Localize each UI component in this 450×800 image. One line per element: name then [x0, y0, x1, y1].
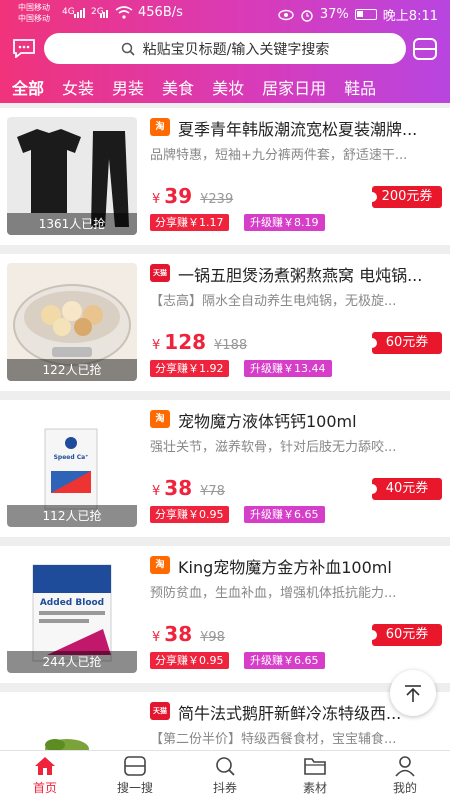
product-description: 【第二份半价】特级西餐食材，宝宝辅食... [150, 732, 397, 747]
status-bar: 中国移动 中国移动 4G 2G 456B/s 37% 晚上8:11 [0, 0, 450, 28]
category-tab-shoes[interactable]: 鞋品 [344, 75, 376, 99]
original-price: ¥98 [200, 630, 225, 645]
category-tab-women[interactable]: 女装 [62, 75, 94, 99]
upgrade-earn-tag[interactable]: 升级赚￥8.19 [244, 214, 325, 231]
grabbed-count: 244人已抢 [7, 651, 137, 673]
grabbed-count: 1361人已抢 [7, 213, 137, 235]
message-icon[interactable] [12, 38, 36, 58]
carrier-1: 中国移动 [18, 3, 50, 12]
back-to-top-button[interactable] [390, 670, 436, 716]
folder-icon [304, 758, 326, 775]
original-price: ¥188 [214, 338, 248, 353]
share-earn-tag[interactable]: 分享赚￥1.92 [150, 360, 229, 377]
signal-icon [74, 8, 85, 18]
alarm-icon [301, 9, 313, 22]
share-earn-tag[interactable]: 分享赚￥0.95 [150, 506, 229, 523]
current-price: 39 [164, 184, 193, 208]
network-type-1: 4G [62, 7, 75, 17]
product-title: 宠物魔方液体钙钙100ml [178, 412, 357, 431]
category-tabs: 全部 女装 男装 美食 美妆 居家日用 鞋品 [0, 74, 450, 100]
product-description: 预防贫血，生血补血，增强机体抵抗能力... [150, 586, 397, 601]
upgrade-earn-tag[interactable]: 升级赚￥13.44 [244, 360, 332, 377]
tab-search[interactable]: 搜一搜 [90, 751, 180, 800]
scan-icon[interactable] [412, 36, 438, 62]
current-price: 128 [164, 330, 207, 354]
upgrade-earn-tag[interactable]: 升级赚￥6.65 [244, 506, 325, 523]
search-placeholder: 粘贴宝贝标题/输入关键字搜索 [142, 41, 330, 58]
product-card[interactable]: 1361人已抢 淘 夏季青年韩版潮流宽松夏装潮牌... 品牌特惠，短袖+九分裤两… [0, 108, 450, 245]
network-speed: 456B/s [138, 5, 183, 20]
upgrade-earn-tag[interactable]: 升级赚￥6.65 [244, 652, 325, 669]
carrier-2: 中国移动 [18, 14, 50, 23]
product-price: ¥ 38 ¥98 [152, 622, 225, 646]
coupon-button[interactable]: 40元券 [367, 478, 442, 500]
search-row: 粘贴宝贝标题/输入关键字搜索 [0, 32, 450, 66]
tmall-badge: 天猫 [150, 264, 170, 282]
tab-label: 抖券 [212, 781, 237, 795]
user-icon [395, 756, 415, 777]
product-image: Added Blood 244人已抢 [7, 555, 137, 673]
grabbed-count: 112人已抢 [7, 505, 137, 527]
category-tab-all[interactable]: 全部 [12, 75, 44, 99]
coupon-button[interactable]: 200元券 [367, 186, 442, 208]
tab-label: 素材 [302, 781, 327, 795]
product-image: Speed Ca⁺ 112人已抢 [7, 409, 137, 527]
carrier-info: 中国移动 中国移动 [18, 2, 50, 24]
coupon-button[interactable]: 60元券 [367, 332, 442, 354]
tab-label: 首页 [32, 781, 57, 795]
share-earn-tag[interactable]: 分享赚￥1.17 [150, 214, 229, 231]
douyin-coupon-icon [216, 757, 235, 776]
original-price: ¥78 [200, 484, 225, 499]
product-price: ¥ 128 ¥188 [152, 330, 248, 354]
signal-icon-2 [100, 10, 108, 18]
blood-box-label: Added Blood [40, 598, 104, 608]
product-title: King宠物魔方金方补血100ml [178, 558, 392, 577]
grabbed-count: 122人已抢 [7, 359, 137, 381]
tmall-badge: 天猫 [150, 702, 170, 720]
battery-percent: 37% [319, 7, 349, 22]
product-price: ¥ 38 ¥78 [152, 476, 225, 500]
product-card[interactable]: Speed Ca⁺ 112人已抢 淘 宠物魔方液体钙钙100ml 强壮关节，滋养… [0, 400, 450, 537]
category-tab-food[interactable]: 美食 [162, 75, 194, 99]
category-tab-beauty[interactable]: 美妆 [212, 75, 244, 99]
tab-home[interactable]: 首页 [0, 751, 90, 800]
current-price: 38 [164, 476, 193, 500]
product-image: 122人已抢 [7, 263, 137, 381]
tab-coupons[interactable]: 抖券 [180, 751, 270, 800]
taobao-badge: 淘 [150, 118, 170, 136]
search-input[interactable]: 粘贴宝贝标题/输入关键字搜索 [44, 33, 406, 64]
arrow-up-icon [405, 685, 421, 702]
product-card[interactable]: Added Blood 244人已抢 淘 King宠物魔方金方补血100ml 预… [0, 546, 450, 683]
home-icon [35, 757, 55, 775]
scan-search-icon [124, 756, 146, 776]
tab-label: 搜一搜 [116, 781, 153, 795]
product-description: 强壮关节，滋养软骨，针对后肢无力舔咬... [150, 440, 397, 455]
coupon-button[interactable]: 60元券 [367, 624, 442, 646]
product-description: 【志高】隔水全自动养生电炖锅，无极旋... [150, 294, 397, 309]
bottom-tab-bar: 首页 搜一搜 抖券 素材 我的 [0, 750, 450, 800]
original-price: ¥239 [200, 192, 234, 207]
tab-label: 我的 [392, 781, 417, 795]
battery-icon [354, 9, 377, 20]
share-earn-tag[interactable]: 分享赚￥0.95 [150, 652, 229, 669]
tab-materials[interactable]: 素材 [270, 751, 360, 800]
current-price: 38 [164, 622, 193, 646]
search-icon [121, 42, 135, 56]
product-image: 1361人已抢 [7, 117, 137, 235]
product-title: 夏季青年韩版潮流宽松夏装潮牌... [178, 120, 418, 139]
app-header: 中国移动 中国移动 4G 2G 456B/s 37% 晚上8:11 粘贴宝贝标题… [0, 0, 450, 103]
category-tab-men[interactable]: 男装 [112, 75, 144, 99]
taobao-badge: 淘 [150, 556, 170, 574]
tab-profile[interactable]: 我的 [360, 751, 450, 800]
calcium-box-label: Speed Ca⁺ [54, 454, 89, 461]
eye-comfort-icon [278, 9, 294, 20]
product-price: ¥ 39 ¥239 [152, 184, 234, 208]
product-title: 一锅五胆煲汤煮粥熬燕窝 电炖锅... [178, 266, 423, 285]
clock: 晚上8:11 [382, 9, 438, 24]
wifi-icon [115, 6, 133, 19]
product-description: 品牌特惠，短袖+九分裤两件套，舒适速干... [150, 148, 408, 163]
category-tab-home[interactable]: 居家日用 [262, 75, 326, 99]
taobao-badge: 淘 [150, 410, 170, 428]
product-card[interactable]: 122人已抢 天猫 一锅五胆煲汤煮粥熬燕窝 电炖锅... 【志高】隔水全自动养生… [0, 254, 450, 391]
